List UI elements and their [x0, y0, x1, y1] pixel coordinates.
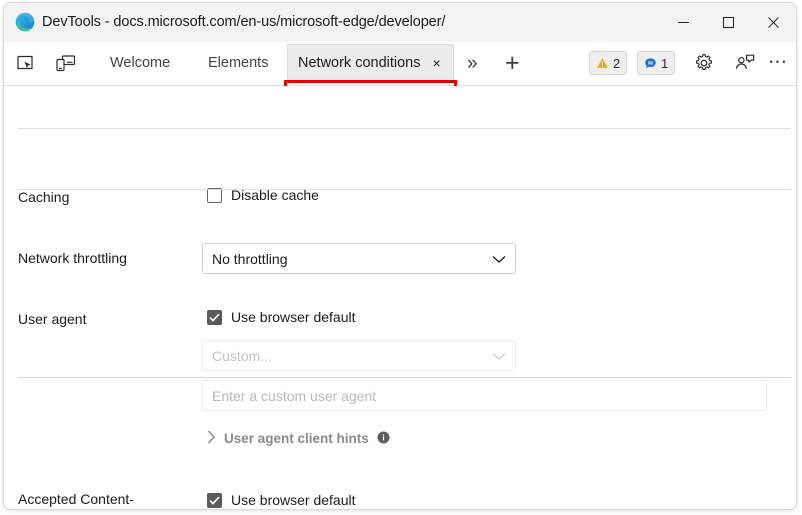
tab-label: Welcome [110, 55, 171, 71]
message-bubble-icon [644, 57, 657, 70]
tab-network-conditions[interactable]: Network conditions × [287, 44, 454, 83]
client-hints-label: User agent client hints [224, 431, 369, 446]
divider-2 [18, 189, 791, 190]
chevron-right-icon [207, 430, 216, 447]
inspect-element-icon[interactable] [13, 52, 39, 76]
warning-badge[interactable]: 2 [589, 51, 628, 75]
more-tabs-icon[interactable]: » [467, 51, 478, 77]
message-count: 1 [661, 55, 669, 71]
checkbox-box [207, 309, 222, 325]
title-bar: DevTools - docs.microsoft.com/en-us/micr… [4, 3, 796, 42]
info-icon[interactable] [377, 431, 390, 447]
accepted-content-encodings-label: Accepted Content-Encodings [18, 491, 134, 507]
user-agent-label: User agent [18, 311, 87, 327]
network-conditions-panel: Caching Disable cache Network throttling… [4, 86, 796, 509]
encodings-use-browser-default-checkbox[interactable]: Use browser default [207, 492, 356, 508]
divider-1 [18, 128, 791, 129]
chevron-down-icon [492, 251, 506, 267]
close-button[interactable] [751, 3, 796, 41]
window-controls [661, 3, 796, 41]
caching-label: Caching [18, 189, 70, 205]
maximize-button[interactable] [706, 3, 751, 41]
ua-preset-select[interactable]: Custom... [202, 340, 516, 371]
tab-label: Network conditions [298, 55, 421, 71]
throttling-select[interactable]: No throttling [202, 243, 516, 274]
user-agent-client-hints-expander[interactable]: User agent client hints [207, 430, 390, 447]
tab-label: Elements [208, 55, 269, 71]
devtools-window: DevTools - docs.microsoft.com/en-us/micr… [3, 2, 797, 510]
checkbox-label: Use browser default [231, 309, 356, 325]
chevron-down-icon [492, 348, 506, 364]
message-badge[interactable]: 1 [637, 51, 676, 75]
custom-user-agent-input[interactable]: Enter a custom user agent [202, 380, 767, 411]
warning-count: 2 [613, 55, 621, 71]
tab-active-underline [288, 80, 453, 83]
more-options-icon[interactable]: ⋯ [768, 50, 789, 75]
tab-close-icon[interactable]: × [433, 56, 441, 70]
add-tool-button[interactable]: + [505, 50, 520, 77]
tab-welcome[interactable]: Welcome [100, 46, 180, 81]
window-title: DevTools - docs.microsoft.com/en-us/micr… [42, 14, 446, 30]
ua-use-browser-default-checkbox[interactable]: Use browser default [207, 309, 356, 325]
warning-triangle-icon [596, 57, 609, 70]
feedback-icon[interactable] [732, 51, 758, 75]
gear-icon[interactable] [691, 51, 717, 75]
divider-3 [18, 377, 791, 378]
throttling-value: No throttling [212, 250, 288, 267]
network-throttling-label: Network throttling [18, 250, 127, 266]
custom-user-agent-placeholder: Enter a custom user agent [212, 387, 377, 404]
checkbox-label: Use browser default [231, 492, 356, 508]
device-emulation-toggle-icon[interactable] [53, 52, 79, 76]
checkbox-box [207, 492, 222, 508]
edge-logo [15, 12, 35, 32]
devtools-toolbar: Welcome Elements Network conditions × » … [4, 42, 796, 124]
minimize-button[interactable] [661, 3, 706, 41]
screenshot-root: DevTools - docs.microsoft.com/en-us/micr… [0, 0, 802, 515]
tab-elements[interactable]: Elements [198, 46, 278, 81]
ua-preset-placeholder: Custom... [212, 347, 272, 364]
